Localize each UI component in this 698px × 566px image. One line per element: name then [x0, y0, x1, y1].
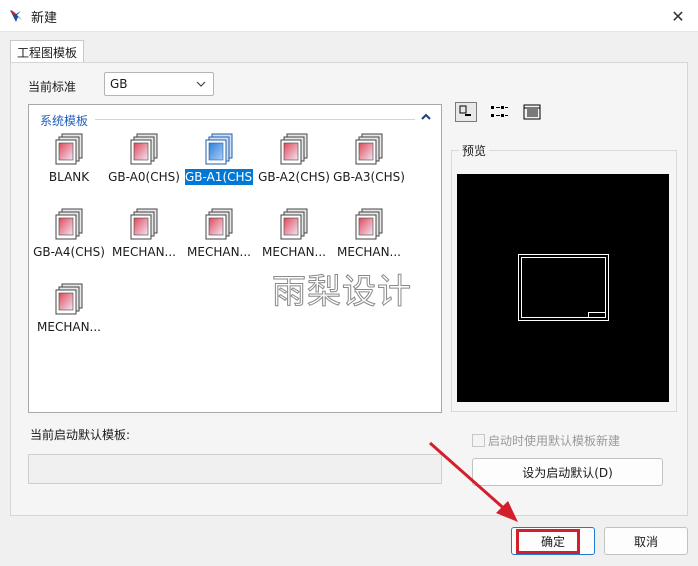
startup-default-checkbox[interactable] [472, 434, 485, 447]
title-bar: 新建 ✕ [0, 0, 698, 32]
preview-sheet-outline [518, 254, 609, 321]
template-item-label: GB-A0(CHS) [108, 170, 180, 184]
drawing-template-icon [55, 283, 83, 315]
view-list-button[interactable] [488, 102, 510, 122]
standard-value: GB [110, 77, 128, 91]
drawing-template-icon [130, 208, 158, 240]
chevron-up-icon[interactable] [419, 111, 433, 123]
startup-default-checkbox-label: 启动时使用默认模板新建 [488, 434, 621, 448]
drawing-template-icon [280, 208, 308, 240]
template-item[interactable]: GB-A3(CHS) [329, 132, 409, 194]
startup-default-checkbox-row[interactable]: 启动时使用默认模板新建 [472, 432, 620, 449]
close-button[interactable]: ✕ [658, 0, 698, 32]
template-item[interactable]: MECHAN... [179, 207, 259, 269]
template-item[interactable]: GB-A2(CHS) [254, 132, 334, 194]
template-item-label: MECHAN... [37, 320, 101, 334]
tab-label: 工程图模板 [17, 45, 78, 60]
preview-title-block [588, 312, 606, 318]
preview-canvas [457, 174, 669, 402]
set-startup-default-button[interactable]: 设为启动默认(D) [472, 458, 663, 486]
group-title: 系统模板 [40, 114, 89, 128]
template-item[interactable]: MECHAN... [329, 207, 409, 269]
preview-title: 预览 [459, 142, 490, 159]
template-item-label: MECHAN... [187, 245, 251, 259]
details-view-icon [523, 104, 541, 120]
template-item-label: GB-A4(CHS) [33, 245, 105, 259]
view-large-icons-button[interactable] [455, 102, 477, 122]
template-item[interactable]: GB-A4(CHS) [29, 207, 109, 269]
template-item-label: BLANK [48, 170, 90, 184]
template-item-label: MECHAN... [337, 245, 401, 259]
chevron-down-icon [196, 81, 206, 87]
template-item-label: GB-A2(CHS) [258, 170, 330, 184]
ok-button[interactable]: 确定 [511, 527, 595, 555]
template-item-label: MECHAN... [112, 245, 176, 259]
cancel-button[interactable]: 取消 [604, 527, 688, 555]
template-item-label: GB-A1(CHS) [185, 169, 257, 185]
preview-sheet-border [521, 257, 606, 318]
window-title: 新建 [31, 11, 58, 26]
drawing-template-icon [205, 208, 233, 240]
template-item[interactable]: MECHAN... [29, 282, 109, 344]
standard-select[interactable]: GB [104, 72, 214, 96]
template-item[interactable]: BLANK [29, 132, 109, 194]
drawing-template-icon [355, 133, 383, 165]
group-divider [95, 119, 415, 120]
default-template-label: 当前启动默认模板: [30, 428, 131, 442]
drawing-template-icon [280, 133, 308, 165]
template-item[interactable]: MECHAN... [104, 207, 184, 269]
app-logo-icon [10, 10, 22, 22]
template-item[interactable]: GB-A1(CHS) [179, 132, 259, 194]
view-details-button[interactable] [521, 102, 543, 122]
template-item-label: MECHAN... [262, 245, 326, 259]
system-template-panel: 系统模板 BLANK GB-A0(CHS) GB-A1(CHS) GB-A2(CHS)… [28, 104, 442, 413]
default-template-field [28, 454, 442, 484]
standard-label: 当前标准 [28, 80, 77, 94]
drawing-template-icon [355, 208, 383, 240]
drawing-template-icon [205, 133, 233, 165]
large-icons-view-icon [459, 105, 471, 116]
close-icon: ✕ [671, 6, 685, 26]
drawing-template-icon [55, 208, 83, 240]
template-item[interactable]: MECHAN... [254, 207, 334, 269]
drawing-template-icon [130, 133, 158, 165]
list-view-icon [491, 106, 508, 117]
template-item-label: GB-A3(CHS) [333, 170, 405, 184]
drawing-template-icon [55, 133, 83, 165]
template-item[interactable]: GB-A0(CHS) [104, 132, 184, 194]
tab-drawing-template[interactable]: 工程图模板 [10, 40, 85, 63]
